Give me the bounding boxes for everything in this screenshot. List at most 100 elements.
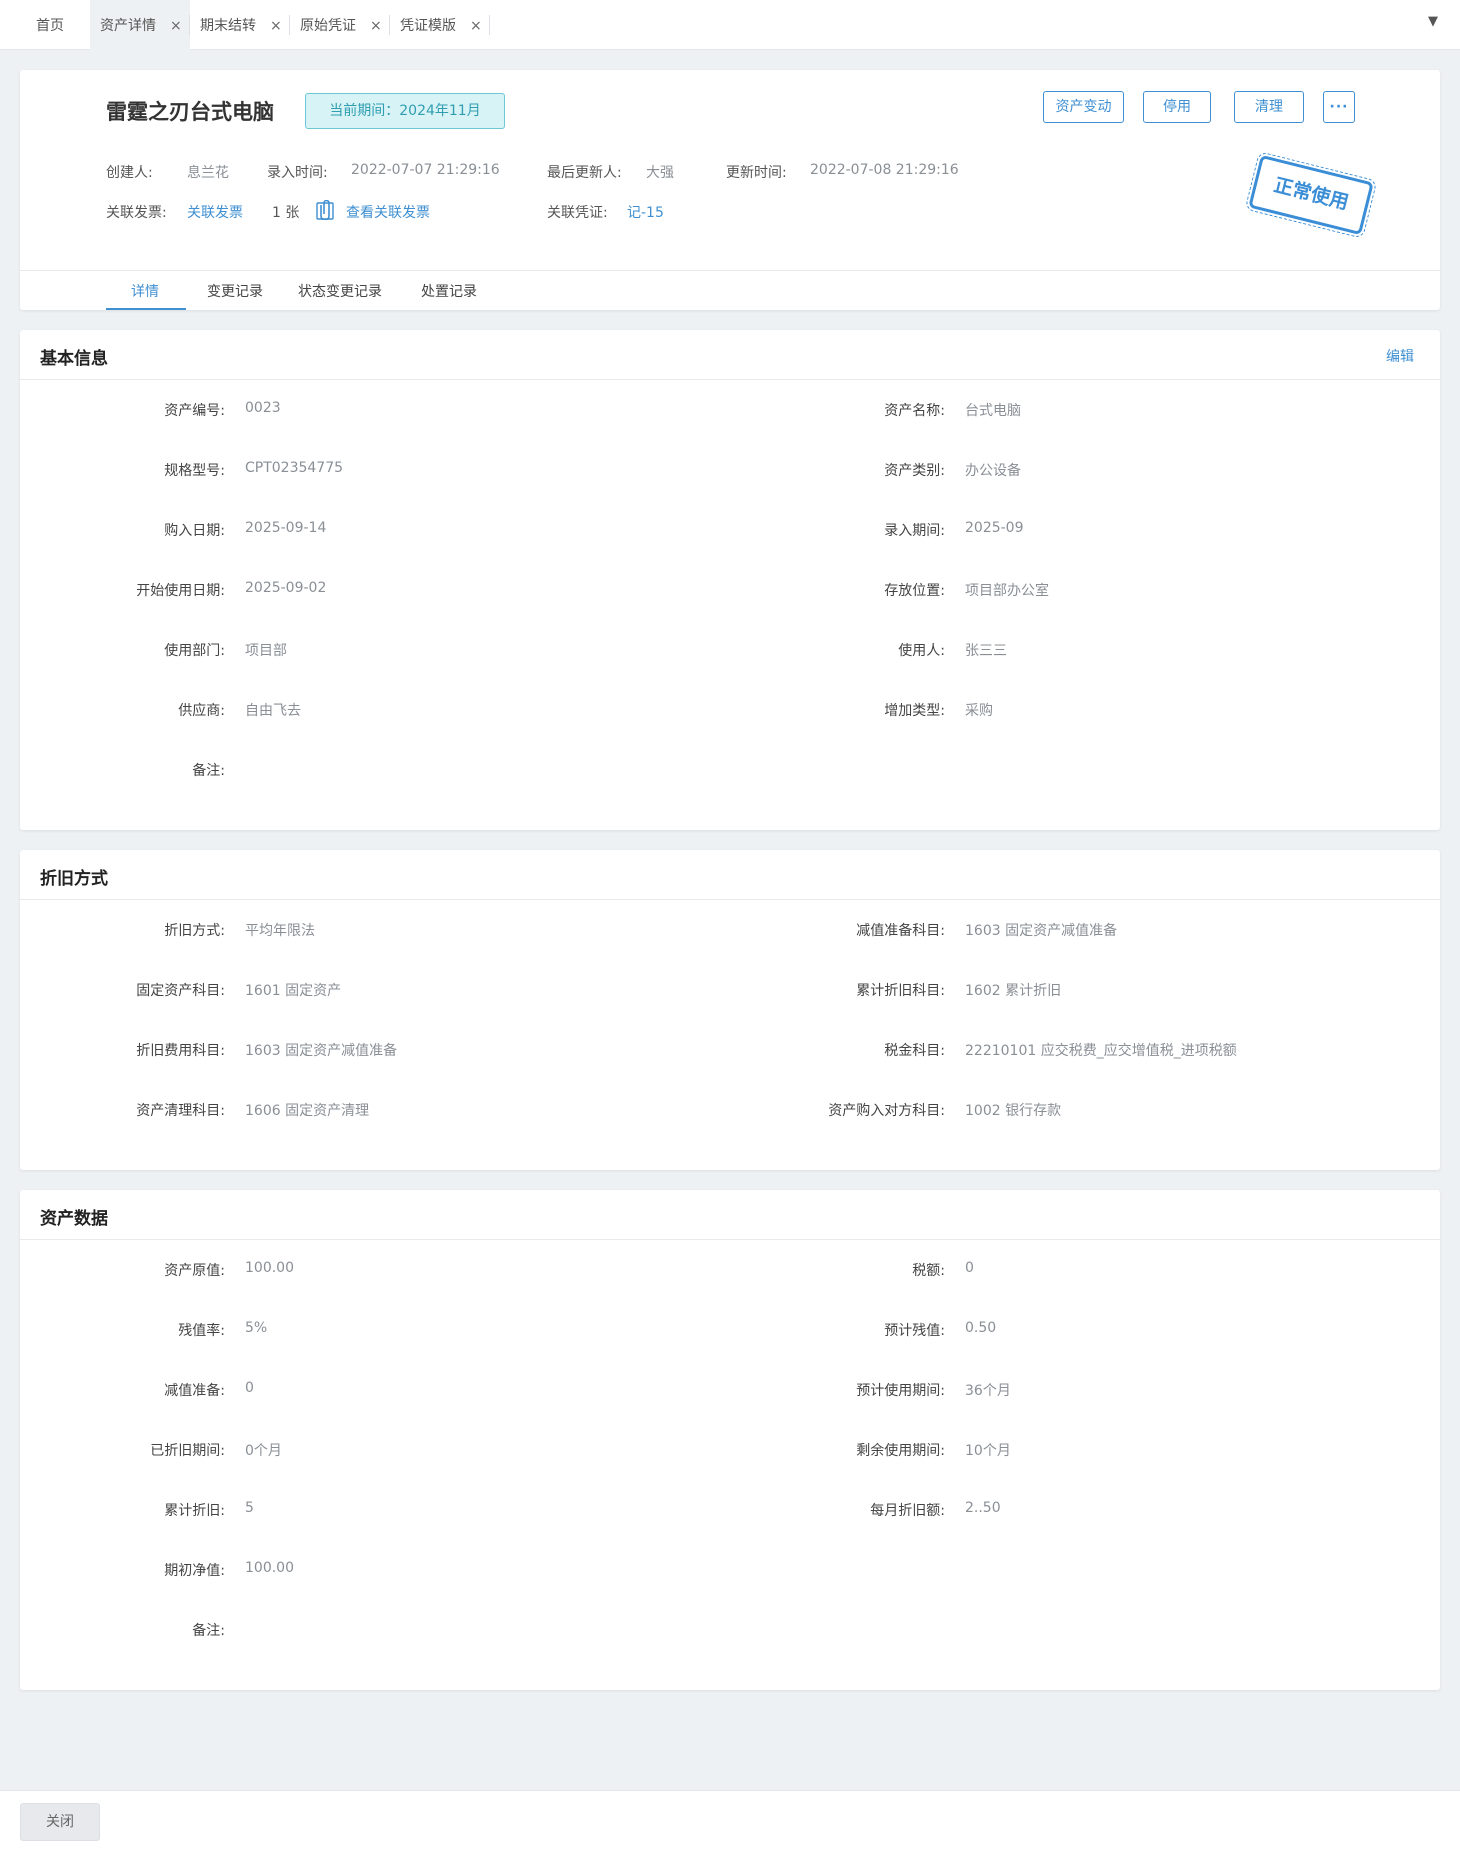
card-header: 折旧方式 bbox=[20, 850, 1440, 900]
field-value: 0 bbox=[965, 1260, 974, 1276]
field-label: 预计残值: bbox=[884, 1323, 945, 1339]
creator-label: 创建人: bbox=[106, 165, 153, 181]
field-row: 税额: 0 bbox=[20, 1260, 974, 1280]
view-invoice-link[interactable]: 查看关联发票 bbox=[346, 202, 430, 222]
field-label: 录入期间: bbox=[884, 523, 945, 539]
subtab-status-log[interactable]: 状态变更记录 bbox=[298, 281, 382, 301]
field-value: 1602 累计折旧 bbox=[965, 983, 1062, 999]
asset-data-card: 资产数据 资产原值: 100.00 残值率: 5% 减值准备: 0 已折旧期间: 0个月 累计折… bbox=[20, 1190, 1440, 1690]
section-title: 折旧方式 bbox=[40, 869, 108, 889]
field-row: 税金科目: 22210101 应交税费_应交增值税_进项税额 bbox=[20, 1040, 1236, 1060]
field-row: 增加类型: 采购 bbox=[20, 700, 993, 720]
field-label: 使用人: bbox=[898, 643, 945, 659]
tab-label: 凭证模版 bbox=[400, 18, 456, 34]
field-value: 采购 bbox=[965, 703, 993, 719]
field-row: 预计残值: 0.50 bbox=[20, 1320, 996, 1340]
field-row: 使用人: 张三三 bbox=[20, 640, 1007, 660]
field-label: 税额: bbox=[912, 1263, 945, 1279]
field-value: 2025-09 bbox=[965, 520, 1024, 536]
tab-label: 期末结转 bbox=[200, 18, 256, 34]
field-value: 10个月 bbox=[965, 1443, 1011, 1459]
field-row: 资产类别: 办公设备 bbox=[20, 460, 1021, 480]
field-value: 台式电脑 bbox=[965, 403, 1021, 419]
field-label: 资产类别: bbox=[884, 463, 945, 479]
field-row: 备注: bbox=[20, 760, 225, 780]
field-value: 0.50 bbox=[965, 1320, 997, 1336]
detail-subtabs: 详情 变更记录 状态变更记录 处置记录 bbox=[20, 270, 1440, 310]
field-value: 2..50 bbox=[965, 1500, 1001, 1516]
voucher-link[interactable]: 记-15 bbox=[627, 202, 664, 222]
more-icon[interactable]: ··· bbox=[1323, 91, 1355, 123]
update-time-label: 更新时间: bbox=[726, 165, 787, 181]
close-icon[interactable]: × bbox=[370, 0, 382, 52]
voucher-label: 关联凭证: bbox=[547, 205, 608, 221]
footer-bar: 关闭 bbox=[0, 1790, 1460, 1850]
field-label: 税金科目: bbox=[884, 1043, 945, 1059]
tab-label: 资产详情 bbox=[100, 18, 156, 34]
tab-home-label: 首页 bbox=[36, 18, 64, 34]
tab-home[interactable]: 首页 bbox=[26, 0, 90, 50]
tab-original-voucher[interactable]: 原始凭证 × bbox=[290, 0, 390, 50]
subtab-change-log[interactable]: 变更记录 bbox=[207, 281, 263, 301]
current-period-badge: 当前期间：2024年11月 bbox=[305, 93, 505, 129]
asset-change-button[interactable]: 资产变动 bbox=[1043, 91, 1124, 123]
last-updater-value: 大强 bbox=[646, 165, 674, 181]
field-value: 张三三 bbox=[965, 643, 1007, 659]
creator-value: 息兰花 bbox=[187, 165, 229, 181]
asset-title: 雷霆之刃台式电脑 bbox=[106, 100, 274, 124]
entry-time-label: 录入时间: bbox=[267, 165, 328, 181]
field-label: 预计使用期间: bbox=[856, 1383, 945, 1399]
close-button[interactable]: 关闭 bbox=[20, 1803, 100, 1841]
field-row: 减值准备科目: 1603 固定资产减值准备 bbox=[20, 920, 1117, 940]
asset-header-card: 雷霆之刃台式电脑 当前期间：2024年11月 资产变动 停用 清理 ··· 创建… bbox=[20, 70, 1440, 310]
field-label: 每月折旧额: bbox=[870, 1503, 945, 1519]
field-label: 资产名称: bbox=[884, 403, 945, 419]
tab-voucher-template[interactable]: 凭证模版 × bbox=[390, 0, 490, 50]
field-value: 项目部办公室 bbox=[965, 583, 1049, 599]
invoice-count: 1 张 bbox=[272, 205, 300, 221]
active-tab-indicator bbox=[106, 308, 186, 310]
card-header: 基本信息 编辑 bbox=[20, 330, 1440, 380]
field-row: 预计使用期间: 36个月 bbox=[20, 1380, 1011, 1400]
tab-period-close[interactable]: 期末结转 × bbox=[190, 0, 290, 50]
field-label: 期初净值: bbox=[164, 1563, 225, 1579]
tab-bar: 首页 资产详情 × 期末结转 × 原始凭证 × 凭证模版 × ▼ bbox=[0, 0, 1460, 50]
last-updater-label: 最后更新人: bbox=[547, 165, 622, 181]
update-time-value: 2022-07-08 21:29:16 bbox=[810, 162, 959, 178]
disable-button[interactable]: 停用 bbox=[1143, 91, 1211, 123]
field-label: 剩余使用期间: bbox=[856, 1443, 945, 1459]
field-row: 备注: bbox=[20, 1620, 225, 1640]
field-label: 增加类型: bbox=[884, 703, 945, 719]
tab-asset-detail[interactable]: 资产详情 × bbox=[90, 0, 190, 50]
field-row: 资产名称: 台式电脑 bbox=[20, 400, 1021, 420]
field-row: 累计折旧科目: 1602 累计折旧 bbox=[20, 980, 1061, 1000]
chevron-down-icon[interactable]: ▼ bbox=[1428, 14, 1438, 29]
field-label: 减值准备科目: bbox=[856, 923, 945, 939]
field-label: 资产购入对方科目: bbox=[828, 1103, 945, 1119]
close-icon[interactable]: × bbox=[270, 0, 282, 52]
field-row: 剩余使用期间: 10个月 bbox=[20, 1440, 1011, 1460]
link-invoice-link[interactable]: 关联发票 bbox=[187, 202, 243, 222]
edit-link[interactable]: 编辑 bbox=[1386, 346, 1414, 366]
close-icon[interactable]: × bbox=[470, 0, 482, 52]
section-title: 基本信息 bbox=[40, 349, 108, 369]
field-row: 期初净值: 100.00 bbox=[20, 1560, 294, 1580]
field-label: 备注: bbox=[192, 1623, 225, 1639]
close-icon[interactable]: × bbox=[170, 0, 182, 52]
field-label: 存放位置: bbox=[884, 583, 945, 599]
paperclip-icon[interactable] bbox=[316, 199, 334, 224]
field-row: 存放位置: 项目部办公室 bbox=[20, 580, 1049, 600]
subtab-details[interactable]: 详情 bbox=[131, 281, 159, 301]
field-value: 22210101 应交税费_应交增值税_进项税额 bbox=[965, 1043, 1237, 1059]
field-value: 1603 固定资产减值准备 bbox=[965, 923, 1118, 939]
field-value: 办公设备 bbox=[965, 463, 1021, 479]
basic-info-card: 基本信息 编辑 资产编号: 0023 规格型号: CPT02354775 购入日期: 20… bbox=[20, 330, 1440, 830]
status-stamp: 正常使用 bbox=[1244, 150, 1378, 240]
entry-time-value: 2022-07-07 21:29:16 bbox=[351, 162, 500, 178]
section-title: 资产数据 bbox=[40, 1209, 108, 1229]
subtab-disposal-log[interactable]: 处置记录 bbox=[421, 281, 477, 301]
tab-label: 原始凭证 bbox=[300, 18, 356, 34]
clear-button[interactable]: 清理 bbox=[1234, 91, 1304, 123]
field-label: 累计折旧科目: bbox=[856, 983, 945, 999]
field-value: 100.00 bbox=[245, 1560, 294, 1576]
